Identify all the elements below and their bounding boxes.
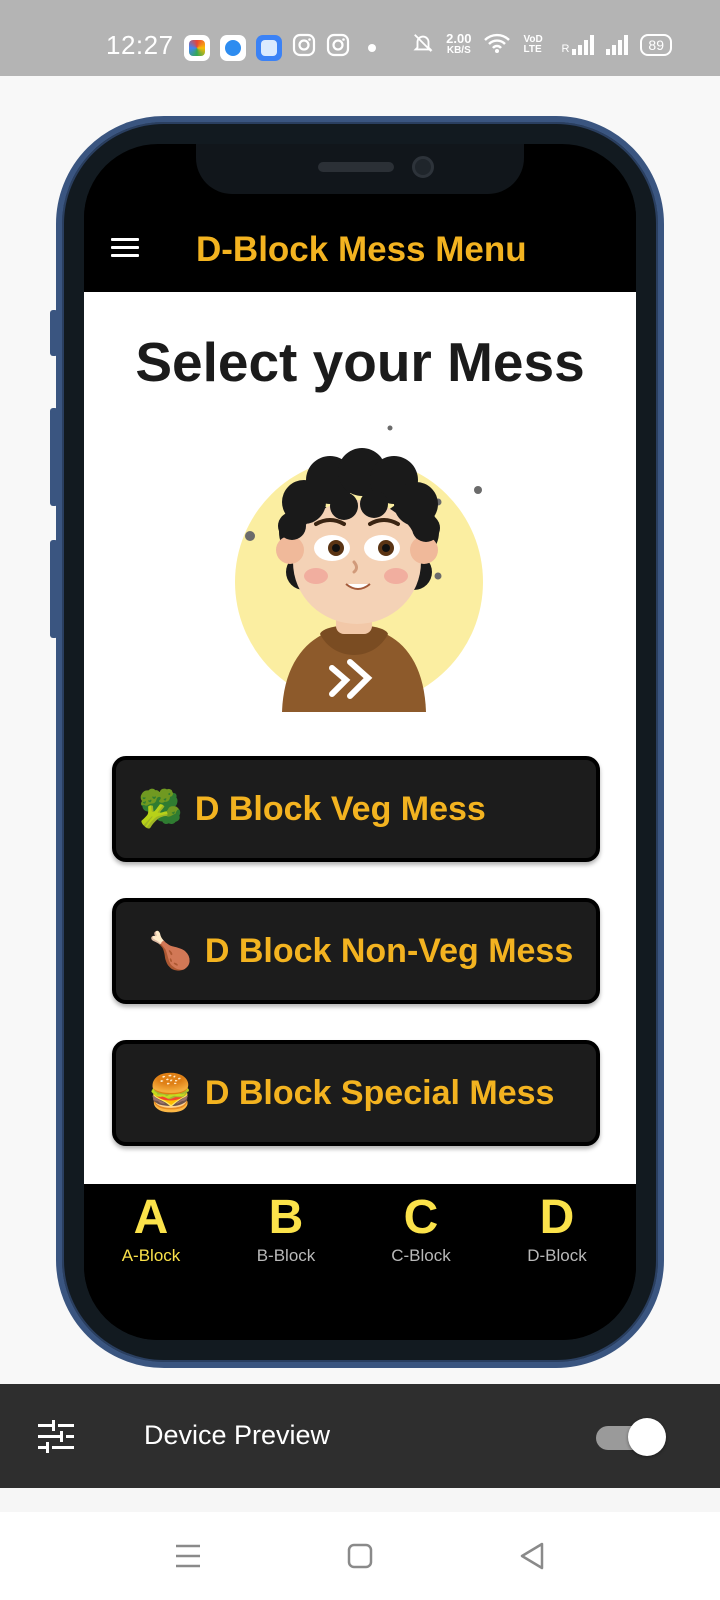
- recents-button[interactable]: [164, 1532, 212, 1580]
- notification-icons: [184, 33, 376, 62]
- system-status-icons: 2.00 KB/S VoD LTE R 89: [412, 32, 672, 57]
- nav-item-c-block[interactable]: C C-Block: [366, 1192, 476, 1266]
- wifi-icon: [483, 32, 511, 57]
- nav-c-label: C-Block: [391, 1246, 451, 1265]
- special-mess-button[interactable]: 🍔 D Block Special Mess: [112, 1040, 600, 1146]
- settings-sliders-icon[interactable]: [38, 1420, 74, 1454]
- device-preview-bar: Device Preview: [0, 1384, 720, 1488]
- avatar-illustration: [235, 425, 483, 712]
- nav-item-d-block[interactable]: D D-Block: [502, 1192, 612, 1266]
- nav-a-label: A-Block: [121, 1246, 181, 1265]
- non-veg-mess-label: D Block Non-Veg Mess: [204, 931, 574, 970]
- roaming-indicator: R: [561, 42, 570, 55]
- veg-mess-label: D Block Veg Mess: [194, 789, 486, 828]
- device-preview-toggle[interactable]: [596, 1416, 666, 1456]
- app-bar: D-Block Mess Menu: [84, 194, 636, 292]
- toggle-thumb: [628, 1418, 666, 1456]
- earpiece-speaker: [318, 162, 394, 172]
- nav-d-label: D-Block: [527, 1246, 587, 1265]
- nav-b-icon: B: [268, 1191, 304, 1244]
- menu-icon[interactable]: [111, 238, 139, 258]
- veg-mess-button[interactable]: 🥦 D Block Veg Mess: [112, 756, 600, 862]
- burger-icon: 🍔: [148, 1072, 193, 1113]
- more-notifications-dot: [368, 43, 376, 52]
- nav-item-a-block[interactable]: A A-Block: [96, 1192, 206, 1266]
- special-mess-label: D Block Special Mess: [204, 1073, 555, 1112]
- files-app-icon: [256, 34, 282, 61]
- photos-app-icon: [184, 34, 210, 61]
- front-camera: [412, 156, 434, 178]
- nav-d-icon: D: [539, 1191, 575, 1244]
- page-title: Select your Mess: [135, 331, 585, 393]
- network-speed: 2.00 KB/S: [446, 30, 472, 56]
- bottom-navigation: A A-Block B B-Block C C-Block D D-Block: [84, 1184, 636, 1340]
- status-bar: 12:27 2.00 KB/S VoD LTE R 89: [0, 0, 720, 76]
- chicken-leg-icon: 🍗: [148, 930, 193, 971]
- nav-item-b-block[interactable]: B B-Block: [231, 1192, 341, 1266]
- main-content: Select your Mess 🥦 D Block Veg Mess 🍗 D …: [84, 292, 636, 1184]
- app-title: D-Block Mess Menu: [196, 230, 527, 269]
- broccoli-icon: 🥦: [138, 788, 183, 829]
- home-button[interactable]: [336, 1532, 384, 1580]
- instagram-icon-2: [326, 33, 350, 62]
- nav-a-icon: A: [133, 1191, 169, 1244]
- non-veg-mess-button[interactable]: 🍗 D Block Non-Veg Mess: [112, 898, 600, 1004]
- status-time: 12:27: [106, 30, 174, 60]
- messenger-app-icon: [220, 34, 246, 61]
- signal-bars-icon: [572, 34, 595, 55]
- phone-screen: D-Block Mess Menu Select your Mess 🥦 D B…: [84, 144, 636, 1340]
- nav-c-icon: C: [403, 1191, 439, 1244]
- device-preview-label: Device Preview: [144, 1420, 331, 1450]
- system-navigation-bar: [0, 1512, 720, 1600]
- nav-b-label: B-Block: [256, 1246, 316, 1265]
- signal-bars-2-icon: [606, 34, 629, 55]
- instagram-icon: [292, 33, 316, 62]
- volte-indicator: VoD LTE: [523, 33, 543, 55]
- notch: [196, 144, 524, 194]
- battery-indicator: 89: [640, 33, 672, 56]
- back-button[interactable]: [508, 1532, 556, 1580]
- mute-bell-icon: [412, 32, 434, 57]
